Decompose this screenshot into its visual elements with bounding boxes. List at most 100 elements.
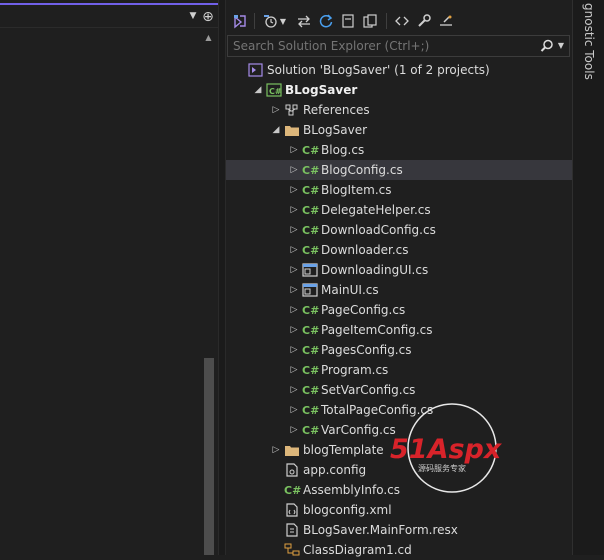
csharp-file-icon: C# [302,404,320,417]
solution-icon [248,63,264,77]
watermark-logo-text: 51Aspx [390,434,503,465]
tree-item[interactable]: blogconfig.xml [226,500,572,520]
folder-icon [284,443,300,457]
pane-splitter[interactable] [218,0,226,555]
collapsed-chevron-icon[interactable]: ▷ [288,220,300,240]
tree-item[interactable]: ◢ C# BLogSaver [226,80,572,100]
tree-item[interactable]: ▷ MainUI.cs [226,280,572,300]
csharp-file-icon: C# [302,184,320,197]
csharp-file-icon: C# [302,144,320,157]
copy-icon[interactable] [360,8,380,34]
toolbar-separator [386,13,387,29]
collapsed-chevron-icon[interactable]: ▷ [288,420,300,440]
tree-item[interactable]: ▷ C# BlogItem.cs [226,180,572,200]
tree-item-label: DownloadingUI.cs [321,263,429,277]
tree-item-label: BLogSaver [303,123,368,137]
collapsed-chevron-icon[interactable]: ▷ [288,260,300,280]
tree-item[interactable]: BLogSaver.MainForm.resx [226,520,572,540]
tree-item[interactable]: ▷ C# SetVarConfig.cs [226,380,572,400]
tree-item-label: ClassDiagram1.cd [303,543,412,557]
sync-icon[interactable] [294,8,314,34]
collapsed-chevron-icon[interactable]: ▷ [288,340,300,360]
tree-item[interactable]: ▷ C# BlogConfig.cs [226,160,572,180]
tree-item[interactable]: ◢ BLogSaver [226,120,572,140]
collapsed-chevron-icon[interactable]: ▷ [288,320,300,340]
config-file-icon [284,463,300,477]
history-dropdown-icon[interactable]: ▼ [278,8,288,34]
tree-item[interactable]: ▷ C# Blog.cs [226,140,572,160]
collapsed-chevron-icon[interactable]: ▷ [288,180,300,200]
tree-item-label: SetVarConfig.cs [321,383,416,397]
csharp-file-icon: C# [302,384,320,397]
tree-item-label: PagesConfig.cs [321,343,412,357]
tree-item-label: blogconfig.xml [303,503,392,517]
expanded-chevron-icon[interactable]: ◢ [252,80,264,100]
nav-dropdown-icon[interactable]: ▼ [187,10,199,22]
collapsed-chevron-icon[interactable]: ▷ [288,300,300,320]
vs-icon[interactable] [230,8,250,34]
collapsed-chevron-icon[interactable]: ▷ [270,440,282,460]
tree-item-label: BLogSaver.MainForm.resx [303,523,458,537]
tree-item-label: blogTemplate [303,443,384,457]
collapsed-chevron-icon[interactable]: ▷ [288,140,300,160]
references-icon [284,103,300,117]
editor-pane [0,0,218,555]
tree-item-label: AssemblyInfo.cs [303,483,401,497]
collapsed-chevron-icon[interactable]: ▷ [288,360,300,380]
csharp-file-icon: C# [302,224,320,237]
collapse-all-icon[interactable] [338,8,358,34]
collapsed-chevron-icon[interactable]: ▷ [288,200,300,220]
scroll-up-icon[interactable]: ▲ [201,33,216,43]
search-input[interactable] [233,38,533,54]
tree-item-label: Downloader.cs [321,243,409,257]
tree-item-label: MainUI.cs [321,283,379,297]
tree-item[interactable]: ▷ C# PageItemConfig.cs [226,320,572,340]
csharp-file-icon: C# [302,244,320,257]
tree-item[interactable]: ▷ References [226,100,572,120]
tree-item-label: VarConfig.cs [321,423,396,437]
diagnostic-tools-tab[interactable]: gnostic Tools [578,0,596,80]
csharp-project-icon: C# [266,83,282,97]
tree-item-label: DelegateHelper.cs [321,203,431,217]
collapsed-chevron-icon[interactable]: ▷ [288,280,300,300]
tree-item[interactable]: ▷ C# PageConfig.cs [226,300,572,320]
wrench-icon[interactable] [414,8,434,34]
csharp-file-icon: C# [302,164,320,177]
split-editor-icon[interactable]: ⊕ [200,8,216,26]
csharp-file-icon: C# [302,324,320,337]
tree-item[interactable]: ClassDiagram1.cd [226,540,572,560]
tree-item[interactable]: ▷ C# Downloader.cs [226,240,572,260]
csharp-file-icon: C# [284,484,302,497]
collapsed-chevron-icon[interactable]: ▷ [270,100,282,120]
tree-item[interactable]: ▷ DownloadingUI.cs [226,260,572,280]
watermark-tagline: 源码服务专家 [418,463,466,473]
tree-item[interactable]: Solution 'BLogSaver' (1 of 2 projects) [226,60,572,80]
code-icon[interactable] [392,8,412,34]
refresh-icon[interactable] [316,8,336,34]
tree-item-label: DownloadConfig.cs [321,223,436,237]
collapsed-chevron-icon[interactable]: ▷ [288,240,300,260]
tree-item[interactable]: ▷ C# PagesConfig.cs [226,340,572,360]
collapsed-chevron-icon[interactable]: ▷ [288,400,300,420]
search-options-dropdown-icon[interactable]: ▼ [556,40,566,52]
tree-item[interactable]: ▷ C# Program.cs [226,360,572,380]
tree-item-label: PageItemConfig.cs [321,323,433,337]
csharp-file-icon: C# [302,204,320,217]
watermark-logo: 51Aspx 源码服务专家 [388,403,516,495]
tree-item-label: BlogConfig.cs [321,163,403,177]
search-icon[interactable] [540,39,554,53]
tree-item-label: Program.cs [321,363,389,377]
folder-icon [284,123,300,137]
scroll-thumb[interactable] [204,358,214,555]
expanded-chevron-icon[interactable]: ◢ [270,120,282,140]
tree-item-label: References [303,103,370,117]
tree-item-label: app.config [303,463,367,477]
editor-nav-bar [0,5,218,28]
properties-icon[interactable] [436,8,456,34]
history-icon[interactable] [260,8,280,34]
tree-item[interactable]: ▷ C# DelegateHelper.cs [226,200,572,220]
csharp-file-icon: C# [302,424,320,437]
tree-item[interactable]: ▷ C# DownloadConfig.cs [226,220,572,240]
collapsed-chevron-icon[interactable]: ▷ [288,160,300,180]
collapsed-chevron-icon[interactable]: ▷ [288,380,300,400]
